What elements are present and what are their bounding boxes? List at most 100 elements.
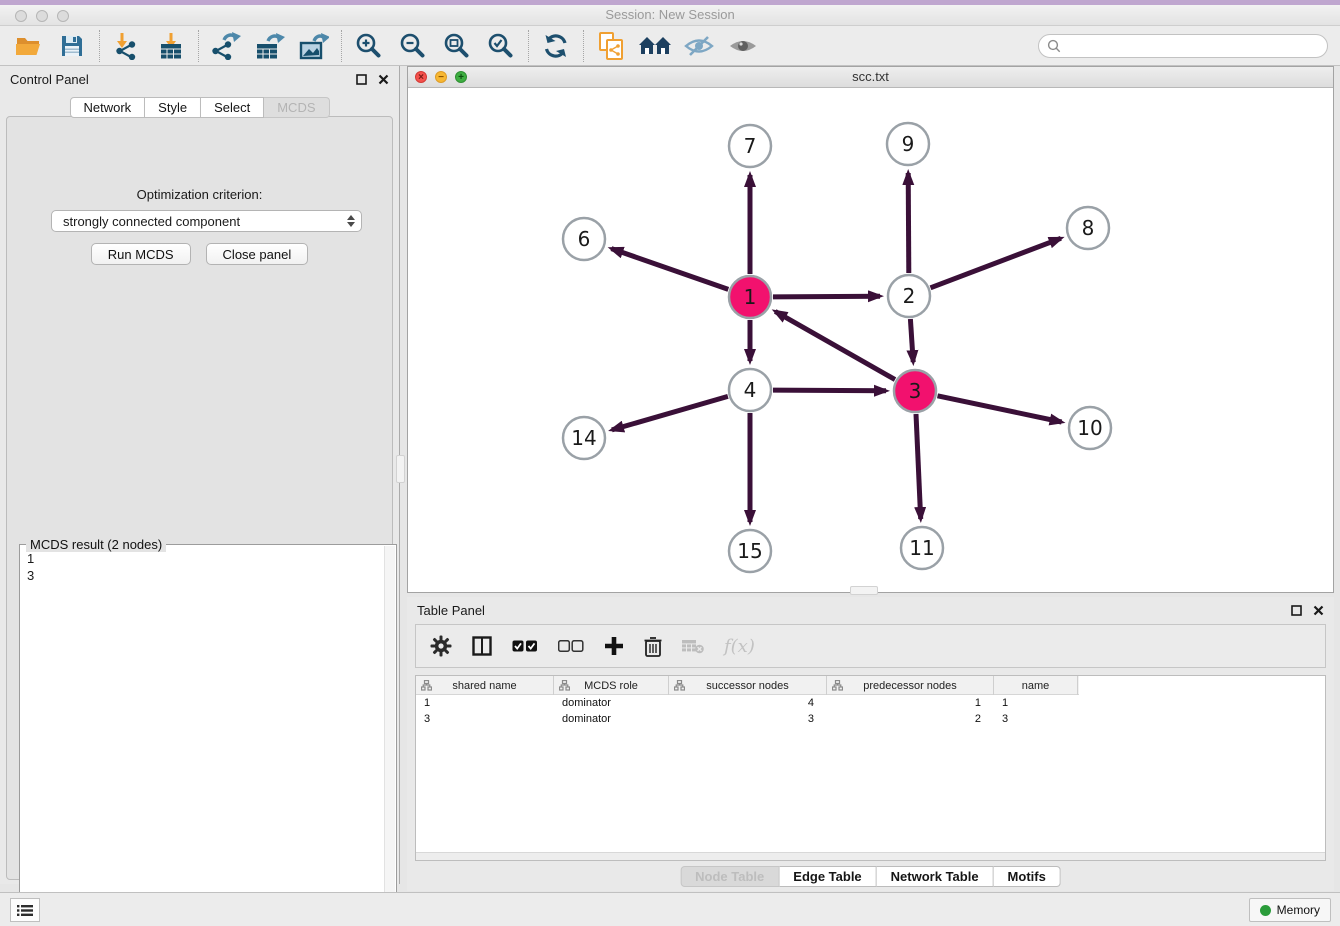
zoom-out-button[interactable] xyxy=(391,28,435,64)
column-header-predecessor-nodes[interactable]: predecessor nodes xyxy=(827,676,994,695)
import-table-button[interactable] xyxy=(149,28,193,64)
table-settings-gear-icon[interactable] xyxy=(430,635,452,657)
edge-4-3[interactable] xyxy=(773,390,886,391)
edge-3-11[interactable] xyxy=(916,414,921,519)
tab-style[interactable]: Style xyxy=(145,97,201,118)
network-minimize-button[interactable]: − xyxy=(435,71,447,83)
svg-text:11: 11 xyxy=(909,536,934,560)
show-eye-button[interactable] xyxy=(721,28,765,64)
node-8[interactable]: 8 xyxy=(1067,207,1109,249)
zoom-fit-button[interactable] xyxy=(435,28,479,64)
tab-network-table[interactable]: Network Table xyxy=(877,866,994,887)
float-panel-icon[interactable] xyxy=(356,74,367,85)
node-4[interactable]: 4 xyxy=(729,369,771,411)
mcds-result-text[interactable]: 1 3 xyxy=(21,548,383,920)
edge-2-3[interactable] xyxy=(910,319,913,362)
table-cell[interactable]: 1 xyxy=(994,695,1078,711)
network-window-titlebar[interactable]: × − + scc.txt xyxy=(408,67,1333,88)
window-controls[interactable] xyxy=(15,10,69,22)
tab-network[interactable]: Network xyxy=(69,97,145,118)
network-canvas[interactable]: 1 2 3 4 6 7 8 9 10 11 14 15 xyxy=(408,88,1333,592)
node-7[interactable]: 7 xyxy=(729,125,771,167)
result-scrollbar[interactable] xyxy=(384,546,395,920)
node-10[interactable]: 10 xyxy=(1069,407,1111,449)
zoom-selected-button[interactable] xyxy=(479,28,523,64)
network-graph[interactable]: 1 2 3 4 6 7 8 9 10 11 14 15 xyxy=(408,88,1333,592)
table-cell[interactable]: dominator xyxy=(554,711,669,727)
table-row[interactable]: 1dominator411 xyxy=(416,695,1325,711)
import-network-button[interactable] xyxy=(105,28,149,64)
tab-edge-table[interactable]: Edge Table xyxy=(779,866,876,887)
column-header-MCDS-role[interactable]: MCDS role xyxy=(554,676,669,695)
edge-2-8[interactable] xyxy=(931,238,1061,287)
minimize-window-button[interactable] xyxy=(36,10,48,22)
node-table[interactable]: shared nameMCDS rolesuccessor nodesprede… xyxy=(415,675,1326,861)
column-header-shared-name[interactable]: shared name xyxy=(416,676,554,695)
tab-select[interactable]: Select xyxy=(201,97,264,118)
svg-text:1: 1 xyxy=(744,285,757,309)
deselect-all-icon[interactable] xyxy=(558,640,584,653)
export-network-button[interactable] xyxy=(204,28,248,64)
table-cell[interactable]: 1 xyxy=(827,695,994,711)
close-panel-button[interactable]: Close panel xyxy=(206,243,309,265)
table-cell[interactable]: 3 xyxy=(994,711,1078,727)
tab-node-table[interactable]: Node Table xyxy=(680,866,779,887)
network-close-button[interactable]: × xyxy=(415,71,427,83)
table-cell[interactable]: 3 xyxy=(416,711,554,727)
edge-1-2[interactable] xyxy=(773,296,880,297)
edge-1-6[interactable] xyxy=(611,249,728,290)
node-6[interactable]: 6 xyxy=(563,218,605,260)
node-3[interactable]: 3 xyxy=(894,370,936,412)
node-2[interactable]: 2 xyxy=(888,275,930,317)
main-titlebar: Session: New Session xyxy=(0,0,1340,26)
column-header-successor-nodes[interactable]: successor nodes xyxy=(669,676,827,695)
tab-motifs[interactable]: Motifs xyxy=(994,866,1061,887)
table-cell[interactable]: 4 xyxy=(669,695,827,711)
home-button[interactable] xyxy=(633,28,677,64)
node-14[interactable]: 14 xyxy=(563,417,605,459)
export-table-button[interactable] xyxy=(248,28,292,64)
network-file-icon[interactable] xyxy=(589,28,633,64)
run-mcds-button[interactable]: Run MCDS xyxy=(91,243,191,265)
add-column-icon[interactable] xyxy=(604,636,624,656)
edge-4-14[interactable] xyxy=(612,396,728,430)
table-row[interactable]: 3dominator323 xyxy=(416,711,1325,727)
search-input[interactable] xyxy=(1066,38,1327,53)
open-session-button[interactable] xyxy=(6,28,50,64)
refresh-button[interactable] xyxy=(534,28,578,64)
svg-text:6: 6 xyxy=(578,227,591,251)
edge-3-10[interactable] xyxy=(938,396,1062,422)
zoom-in-button[interactable] xyxy=(347,28,391,64)
network-zoom-button[interactable]: + xyxy=(455,71,467,83)
select-all-icon[interactable] xyxy=(512,640,538,653)
vertical-splitter-handle[interactable] xyxy=(396,455,405,483)
criterion-dropdown[interactable]: strongly connected component xyxy=(51,210,362,232)
delete-column-trash-icon[interactable] xyxy=(644,636,662,657)
float-panel-icon[interactable] xyxy=(1291,605,1302,616)
tab-mcds[interactable]: MCDS xyxy=(264,97,329,118)
table-scrollbar[interactable] xyxy=(416,852,1325,860)
close-panel-icon[interactable] xyxy=(1313,605,1324,616)
show-columns-icon[interactable] xyxy=(472,636,492,656)
maximize-window-button[interactable] xyxy=(57,10,69,22)
export-image-button[interactable] xyxy=(292,28,336,64)
table-cell[interactable]: 2 xyxy=(827,711,994,727)
node-15[interactable]: 15 xyxy=(729,530,771,572)
edge-3-1[interactable] xyxy=(775,311,895,379)
horizontal-splitter-handle[interactable] xyxy=(850,586,878,595)
memory-button[interactable]: Memory xyxy=(1249,898,1331,922)
close-panel-icon[interactable] xyxy=(378,74,389,85)
task-history-button[interactable] xyxy=(10,898,40,922)
save-session-button[interactable] xyxy=(50,28,94,64)
node-11[interactable]: 11 xyxy=(901,527,943,569)
edge-2-9[interactable] xyxy=(908,173,909,273)
node-9[interactable]: 9 xyxy=(887,123,929,165)
table-cell[interactable]: dominator xyxy=(554,695,669,711)
table-cell[interactable]: 3 xyxy=(669,711,827,727)
column-header-name[interactable]: name xyxy=(994,676,1078,695)
hide-eye-button[interactable] xyxy=(677,28,721,64)
node-1[interactable]: 1 xyxy=(729,276,771,318)
table-cell[interactable]: 1 xyxy=(416,695,554,711)
close-window-button[interactable] xyxy=(15,10,27,22)
search-box[interactable] xyxy=(1038,34,1328,58)
